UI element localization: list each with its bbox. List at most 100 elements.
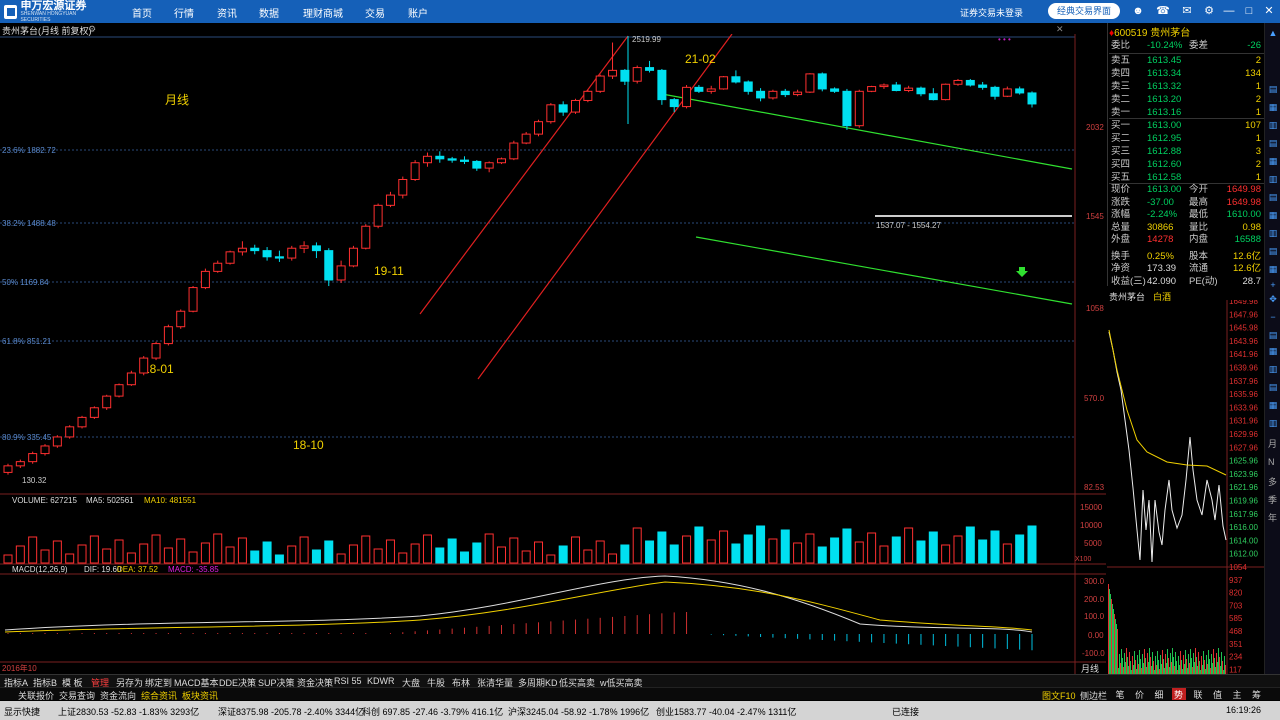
stat-row[interactable]: 外盘 14278 内盘 16588 [1111, 234, 1261, 246]
bid-row[interactable]: 买三 1612.88 3 [1111, 146, 1261, 158]
ask-row[interactable]: 卖三 1613.32 1 [1111, 81, 1261, 93]
bid-row[interactable]: 买一 1613.00 107 [1111, 120, 1261, 132]
indicator-tab[interactable]: RSI 55 [334, 676, 362, 686]
sidebar-label-season[interactable]: 季 [1268, 493, 1277, 506]
stat-row[interactable]: 总量 30866 量比 0.98 [1111, 222, 1261, 234]
gear-icon[interactable]: ⚙ [1202, 4, 1216, 18]
stat-row[interactable]: 涨跌 -37.00 最高 1649.98 [1111, 197, 1261, 209]
nav-wealth[interactable]: 理财商城 [303, 5, 343, 20]
layout-icon[interactable]: ▦ [1267, 155, 1279, 167]
chart-settings-icon[interactable]: ⚙ [88, 24, 98, 34]
timeline-volume-label: 351 [1229, 640, 1243, 649]
list-icon[interactable]: ▤ [1267, 83, 1279, 95]
maximize-icon[interactable]: □ [1242, 4, 1256, 18]
view-button[interactable]: 笔 [1113, 688, 1127, 700]
candle-body [842, 90, 852, 127]
intraday-chart[interactable]: 1649.98 1647.96 1645.98 1643.96 1641.96 1639.… [1107, 300, 1264, 674]
view-button[interactable]: 联 [1191, 688, 1205, 700]
arrow-up-icon[interactable]: ▲ [1267, 27, 1279, 39]
intraday-volume-bar [1222, 661, 1223, 674]
info-icon[interactable]: ▤ [1267, 191, 1279, 203]
headset-icon[interactable]: ☎ [1156, 4, 1170, 18]
nav-news[interactable]: 资讯 [217, 5, 237, 20]
view-button[interactable]: 值 [1211, 688, 1225, 700]
stat-row[interactable]: 换手 0.25% 股本 12.6亿 [1111, 251, 1261, 263]
news-icon[interactable]: ▥ [1267, 173, 1279, 185]
volume-bar [28, 536, 38, 564]
bid-volume: 1 [1255, 133, 1261, 144]
view-button[interactable]: 价 [1133, 688, 1147, 700]
bar-icon[interactable]: ▥ [1267, 363, 1279, 375]
table-icon[interactable]: ▤ [1267, 137, 1279, 149]
f10-icon[interactable]: ▤ [1267, 245, 1279, 257]
nav-data[interactable]: 数据 [259, 5, 279, 20]
candlestick-series [3, 42, 1037, 475]
volume-bar [1002, 543, 1012, 564]
ask-row[interactable]: 卖二 1613.20 2 [1111, 94, 1261, 106]
view-button[interactable]: 势 [1171, 688, 1186, 700]
status-cy-index[interactable]: 创业1583.77 -40.04 -2.47% 1311亿 [656, 705, 796, 718]
nav-trade[interactable]: 交易 [365, 5, 385, 20]
view-button[interactable]: 细 [1152, 688, 1166, 700]
candle-body [65, 426, 75, 438]
high-label: 2519.99 [632, 35, 661, 44]
stat-row[interactable]: 涨幅 -2.24% 最低 1610.00 [1111, 209, 1261, 221]
status-kc-index[interactable]: 科创 697.85 -27.46 -3.79% 416.1亿 [362, 705, 503, 718]
brand-logo[interactable]: 申万宏源证券 SHENWAN HONGYUAN SECURITIES [4, 0, 104, 23]
candle-body [706, 88, 716, 92]
nav-market[interactable]: 行情 [174, 5, 194, 20]
sidebar-label-month[interactable]: 月 [1268, 437, 1277, 450]
report-icon[interactable]: ▥ [1267, 227, 1279, 239]
status-sh-index[interactable]: 上证2830.53 -52.83 -1.83% 3293亿 [58, 705, 199, 718]
status-sz-index[interactable]: 深证8375.98 -205.78 -2.40% 3344亿 [218, 705, 364, 718]
mail-icon[interactable]: ✉ [1180, 4, 1194, 18]
status-hs-index[interactable]: 沪深3245.04 -58.92 -1.78% 1996亿 [508, 705, 649, 718]
bid-row[interactable]: 买四 1612.60 2 [1111, 159, 1261, 171]
view-button[interactable]: 主 [1230, 688, 1244, 700]
sidebar-label-multi[interactable]: 多 [1268, 475, 1277, 488]
candle-body [682, 86, 692, 108]
chart-icon[interactable]: ▥ [1267, 119, 1279, 131]
sidebar-label-year[interactable]: 年 [1268, 511, 1277, 524]
intraday-volume-bar [1109, 589, 1110, 674]
kline-chart[interactable]: 23.6% 1882.72 38.2% 1488.48 50% 1169.84 … [0, 34, 1106, 674]
move-icon[interactable]: ✥ [1267, 293, 1279, 305]
sidebar-label-n[interactable]: N [1268, 457, 1275, 467]
volume-bar [213, 533, 223, 564]
ask-row[interactable]: 卖五 1613.45 2 [1111, 55, 1261, 67]
candle-body [213, 262, 223, 272]
user-icon[interactable]: ☻ [1131, 4, 1145, 18]
line-icon[interactable]: ▤ [1267, 381, 1279, 393]
view-button[interactable]: 筹 [1250, 688, 1264, 700]
timeline-volume-label: 117 [1229, 665, 1242, 674]
split-icon[interactable]: ▦ [1267, 345, 1279, 357]
bid-row[interactable]: 买二 1612.95 1 [1111, 133, 1261, 145]
indicator-tabs: 指标A 指标B 模 板管理 另存为 绑定到 MACD基本 DDE决策 SUP决策 资金决策 RSI… [0, 674, 1280, 688]
nav-home[interactable]: 首页 [132, 5, 152, 20]
macd-axis-4: 0.00 [1088, 631, 1104, 640]
finance-icon[interactable]: ▦ [1267, 263, 1279, 275]
stat-row[interactable]: 现价 1613.00 今开 1649.98 [1111, 184, 1261, 196]
minimize-icon[interactable]: — [1222, 4, 1236, 18]
panel-icon[interactable]: ▤ [1267, 329, 1279, 341]
intraday-volume-bar [1142, 654, 1143, 674]
stat-row[interactable]: 净资 173.39 流通 12.6亿 [1111, 263, 1261, 275]
period-icon[interactable]: ▦ [1267, 399, 1279, 411]
ask-row[interactable]: 卖四 1613.34 134 [1111, 68, 1261, 80]
stat-label: 现价 [1111, 184, 1131, 195]
stat-row[interactable]: 收益(三) 42.090 PE(动) 28.7 [1111, 276, 1261, 288]
classic-trade-button[interactable]: 经典交易界面 [1048, 3, 1120, 19]
candle-body [669, 99, 679, 108]
indicator-tab[interactable]: KDWR [367, 676, 395, 686]
volume-axis-unit: X100 [1075, 556, 1091, 563]
data-icon[interactable]: ▦ [1267, 209, 1279, 221]
zoom-in-icon[interactable]: + [1267, 279, 1279, 291]
zoom-out-icon[interactable]: − [1267, 311, 1279, 323]
close-icon[interactable]: ✕ [1262, 4, 1276, 18]
draw-icon[interactable]: ▥ [1267, 417, 1279, 429]
grid-icon[interactable]: ▦ [1267, 101, 1279, 113]
shortcut-toggle[interactable]: 显示快捷 [4, 705, 40, 718]
nav-account[interactable]: 账户 [408, 5, 428, 20]
login-status[interactable]: 证券交易未登录 [960, 6, 1023, 19]
stat-label: 换手 [1111, 250, 1131, 262]
